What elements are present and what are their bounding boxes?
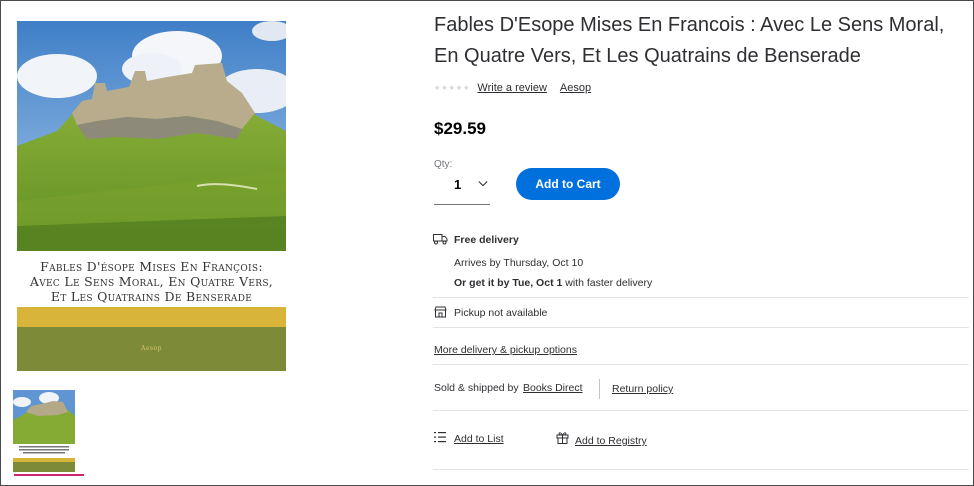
author-link[interactable]: Aesop [560, 82, 591, 94]
gift-icon [556, 432, 569, 444]
star-icon: ★ [441, 85, 448, 92]
quantity-select[interactable]: 1 [434, 170, 490, 205]
store-icon [434, 306, 447, 318]
cover-title-line: Fables D'ésope Mises En François: [40, 259, 263, 274]
star-icon: ★ [434, 85, 441, 92]
list-icon [434, 432, 446, 443]
chevron-down-icon [478, 181, 488, 187]
divider [433, 469, 969, 470]
cover-title: Fables D'ésope Mises En François: Avec L… [17, 251, 286, 307]
product-title: Fables D'Esope Mises En Francois : Avec … [434, 14, 945, 67]
add-to-registry-link[interactable]: Add to Registry [575, 435, 647, 447]
faster-delivery-date: Or get it by Tue, Oct 1 [454, 277, 563, 289]
cover-photo [17, 21, 286, 251]
quantity-label: Qty: [434, 159, 453, 170]
star-icon: ★ [463, 85, 470, 92]
divider [433, 297, 969, 298]
star-icon: ★ [448, 85, 455, 92]
cover-author: Aesop [17, 327, 286, 371]
product-thumbnail[interactable] [13, 390, 75, 472]
quantity-value: 1 [454, 177, 462, 192]
cover-title-line: Avec Le Sens Moral, En Quatre Vers, [29, 274, 274, 289]
return-policy-link[interactable]: Return policy [612, 383, 673, 395]
thumbnail-selected-indicator [14, 474, 84, 476]
arrival-date: Arrives by Thursday, Oct 10 [454, 257, 584, 269]
truck-icon [433, 234, 448, 245]
divider [433, 364, 969, 365]
faster-delivery-text: with faster delivery [562, 277, 653, 289]
thumbnail-image [13, 390, 75, 472]
seller-link[interactable]: Books Direct [523, 382, 583, 394]
divider [433, 327, 969, 328]
divider [433, 410, 969, 411]
product-main-image[interactable]: Fables D'ésope Mises En François: Avec L… [17, 21, 286, 371]
add-to-list-link[interactable]: Add to List [454, 433, 504, 445]
free-delivery-heading: Free delivery [454, 234, 519, 246]
price: $29.59 [434, 119, 486, 138]
rating-row: ★ ★ ★ ★ ★ Write a review Aesop [434, 80, 604, 96]
star-icon: ★ [455, 85, 463, 92]
separator [599, 379, 600, 399]
cover-title-line: Et Les Quatrains De Benserade [50, 289, 253, 304]
rating-stars: ★ ★ ★ ★ ★ [434, 84, 469, 92]
more-delivery-options-link[interactable]: More delivery & pickup options [434, 344, 577, 356]
pickup-status: Pickup not available [454, 307, 548, 319]
write-review-link[interactable]: Write a review [477, 82, 546, 94]
faster-delivery: Or get it by Tue, Oct 1 with faster deli… [454, 277, 652, 289]
cover-band [17, 307, 286, 327]
add-to-cart-button[interactable]: Add to Cart [516, 168, 620, 200]
sold-by-label: Sold & shipped by [434, 382, 519, 394]
